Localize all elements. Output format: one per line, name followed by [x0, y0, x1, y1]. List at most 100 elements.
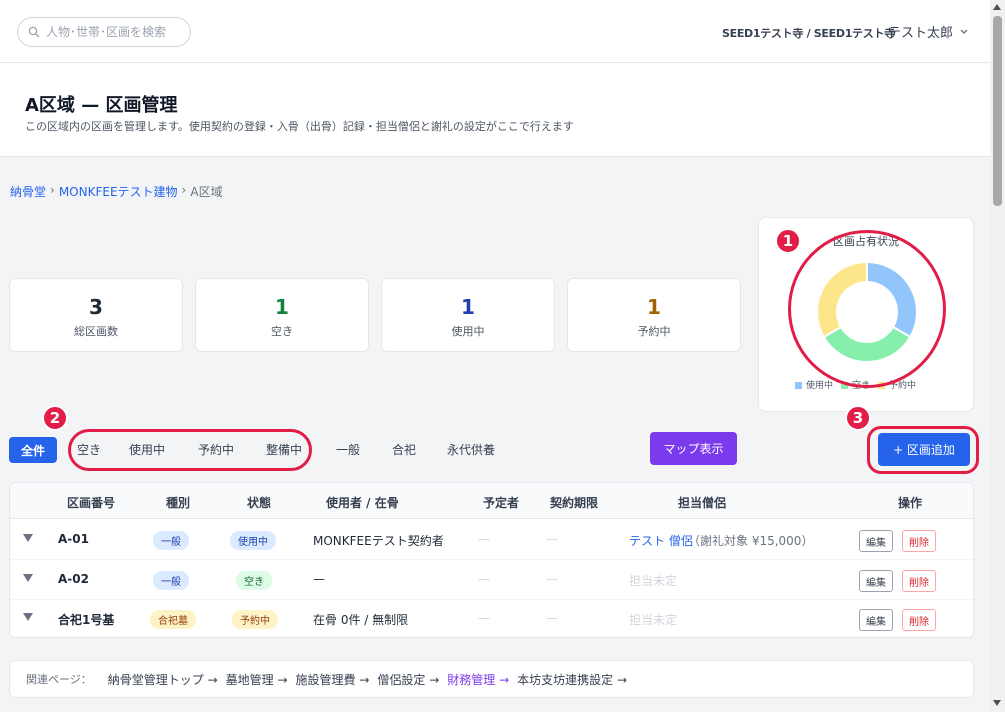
table-row[interactable]: 合祀1号基 合祀墓 予約中 在骨 0件 / 無制限 — — 担当未定 編集 削除 [10, 599, 973, 639]
top-bar: SEED1テスト寺 / SEED1テスト寺 テスト太郎 [0, 0, 990, 63]
column-header: 種別 [166, 496, 191, 510]
user-menu[interactable]: テスト太郎 [888, 22, 969, 41]
chevron-down-icon [960, 29, 968, 34]
user-cell: 在骨 0件 / 無制限 [313, 613, 409, 627]
stat-value: 1 [275, 295, 289, 319]
scrollbar[interactable] [990, 0, 1005, 712]
legend-item: 空き [841, 378, 870, 391]
status-badge: 使用中 [230, 531, 276, 550]
column-header: 区画番号 [67, 496, 116, 510]
column-header: 担当僧侶 [678, 496, 727, 510]
scroll-down-icon[interactable] [993, 700, 1001, 706]
stat-label: 予約中 [637, 325, 671, 338]
filter-joint[interactable]: 合祀 [392, 441, 416, 458]
stat-vacant: 1 空き [195, 278, 369, 352]
table-row[interactable]: A-02 一般 空き — — — 担当未定 編集 削除 [10, 560, 973, 600]
scroll-thumb[interactable] [993, 16, 1002, 206]
filter-all-button[interactable]: 全件 [9, 437, 57, 463]
type-badge: 一般 [153, 571, 189, 590]
donut-slice-1 [822, 325, 912, 363]
breadcrumb-item-nokotsudo[interactable]: 納骨堂 [10, 183, 46, 200]
related-link-finance[interactable]: 財務管理 → [447, 671, 509, 688]
legend-label: 予約中 [889, 381, 917, 391]
donut-slice-2 [816, 260, 868, 339]
column-header: 状態 [247, 496, 272, 510]
occupancy-donut-chart [816, 260, 918, 363]
user-cell: MONKFEEテスト契約者 [313, 534, 444, 548]
type-badge: 一般 [153, 531, 189, 550]
status-badge: 予約中 [232, 610, 278, 629]
user-cell: — [313, 572, 325, 586]
stat-total: 3 総区画数 [9, 278, 183, 352]
edit-button[interactable]: 編集 [859, 530, 893, 552]
plot-id[interactable]: 合祀1号基 [58, 611, 114, 628]
delete-button[interactable]: 削除 [902, 570, 936, 592]
column-header: 契約期限 [550, 496, 599, 510]
breadcrumb-item-current: A区域 [190, 185, 223, 199]
legend-swatch [795, 382, 802, 389]
column-header: 使用者 / 在骨 [326, 496, 399, 510]
type-badge: 合祀墓 [150, 610, 196, 629]
related-label: 関連ページ： [26, 673, 92, 686]
search-box[interactable] [17, 17, 191, 47]
monk-link[interactable]: テスト 僧侶 [629, 532, 693, 549]
stat-value: 1 [461, 295, 475, 319]
legend-swatch [878, 382, 886, 389]
related-pages: 関連ページ： 納骨堂管理トップ → 墓地管理 → 施設管理費 → 僧侶設定 → … [9, 660, 974, 698]
filter-vacant[interactable]: 空き [77, 441, 101, 458]
page-title: A区域 — 区画管理 [25, 95, 178, 116]
legend-label: 使用中 [806, 381, 834, 391]
breadcrumb-separator: › [50, 183, 55, 197]
filter-in-use[interactable]: 使用中 [129, 441, 165, 458]
legend-label: 空き [852, 381, 871, 391]
filter-reserved[interactable]: 予約中 [198, 441, 234, 458]
add-plot-button[interactable]: + 区画追加 [878, 433, 970, 466]
planned-cell: — [478, 532, 490, 546]
plot-id[interactable]: A-01 [58, 532, 89, 546]
filter-perpetual[interactable]: 永代供養 [447, 441, 495, 458]
edit-button[interactable]: 編集 [859, 570, 893, 592]
stat-value: 3 [89, 295, 103, 319]
monk-cell: 担当未定 [629, 574, 678, 588]
column-header: 操作 [898, 496, 923, 510]
edit-button[interactable]: 編集 [859, 609, 893, 631]
plot-id[interactable]: A-02 [58, 572, 89, 586]
expand-row-icon[interactable] [23, 534, 33, 542]
filter-maintenance[interactable]: 整備中 [266, 441, 302, 458]
stat-value: 1 [647, 295, 661, 319]
status-badge: 空き [236, 571, 272, 590]
stat-label: 使用中 [451, 325, 485, 338]
plots-table: 区画番号 種別 状態 使用者 / 在骨 予定者 契約期限 担当僧侶 操作 A-0… [9, 482, 974, 638]
related-link-cemetery[interactable]: 墓地管理 → [226, 671, 288, 688]
stat-label: 総区画数 [74, 325, 118, 338]
search-input[interactable] [46, 25, 186, 39]
expand-row-icon[interactable] [23, 574, 33, 582]
breadcrumb-item-building[interactable]: MONKFEEテスト建物 [59, 183, 178, 200]
delete-button[interactable]: 削除 [902, 530, 936, 552]
planned-cell: — [478, 611, 490, 625]
page-header: A区域 — 区画管理 この区域内の区画を管理します。使用契約の登録・入骨（出骨）… [0, 63, 990, 157]
scroll-up-icon[interactable] [993, 4, 1001, 10]
expiry-cell: — [546, 572, 558, 586]
stat-in-use: 1 使用中 [381, 278, 555, 352]
donut-slice-0 [866, 260, 918, 339]
table-row[interactable]: A-01 一般 使用中 MONKFEEテスト契約者 — — テスト 僧侶 （謝礼… [10, 520, 973, 560]
table-header: 区画番号 種別 状態 使用者 / 在骨 予定者 契約期限 担当僧侶 操作 [10, 483, 973, 519]
filter-general[interactable]: 一般 [336, 441, 360, 458]
expiry-cell: — [546, 532, 558, 546]
planned-cell: — [478, 572, 490, 586]
related-link-facility-fee[interactable]: 施設管理費 → [296, 671, 370, 688]
column-header: 予定者 [483, 496, 520, 510]
map-view-button[interactable]: マップ表示 [650, 432, 737, 465]
search-icon [28, 26, 40, 38]
delete-button[interactable]: 削除 [902, 609, 936, 631]
annotation-badge: 2 [42, 405, 68, 431]
stat-reserved: 1 予約中 [567, 278, 741, 352]
related-link-branch-settings[interactable]: 本坊支坊連携設定 → [517, 671, 627, 688]
expand-row-icon[interactable] [23, 613, 33, 621]
legend-swatch [841, 382, 849, 389]
related-link-nokotsudo-top[interactable]: 納骨堂管理トップ → [108, 671, 218, 688]
related-link-monk-settings[interactable]: 僧侶設定 → [377, 671, 439, 688]
page-subtitle: この区域内の区画を管理します。使用契約の登録・入骨（出骨）記録・担当僧侶と謝礼の… [25, 120, 574, 133]
temple-name[interactable]: SEED1テスト寺 / SEED1テスト寺 [722, 25, 895, 41]
